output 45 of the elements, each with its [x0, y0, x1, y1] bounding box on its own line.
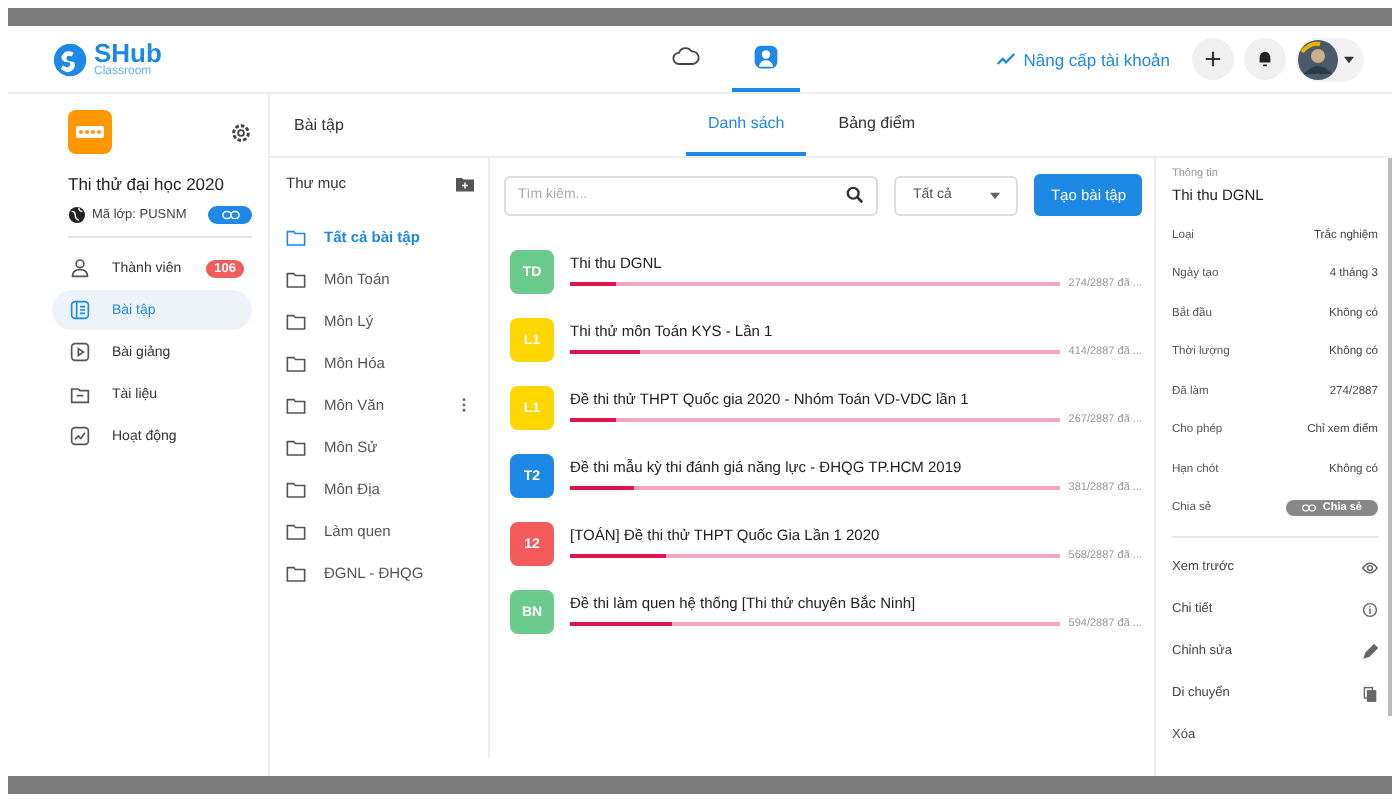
link-icon[interactable] — [1302, 504, 1317, 513]
info-icon[interactable] — [1362, 601, 1378, 617]
link-icon[interactable] — [221, 210, 239, 220]
folder-icon[interactable] — [286, 313, 306, 329]
trend-icon — [995, 52, 1016, 66]
settings-icon[interactable] — [230, 121, 252, 143]
folder-icon[interactable] — [286, 229, 306, 245]
chart-icon[interactable] — [70, 426, 90, 446]
tab[interactable]: Danh sách — [686, 94, 807, 156]
copy-icon[interactable] — [1362, 685, 1378, 701]
class-icon — [68, 110, 112, 154]
caret-icon[interactable] — [990, 191, 1001, 199]
folder-icon[interactable] — [286, 271, 306, 287]
user-icon[interactable] — [752, 44, 780, 70]
globe-icon — [68, 206, 86, 224]
folder-icon[interactable] — [70, 384, 90, 404]
scrollbar[interactable] — [1388, 158, 1392, 716]
logo-name: SHub — [94, 40, 162, 66]
caret-icon[interactable] — [1344, 55, 1354, 63]
folder-icon[interactable] — [286, 397, 306, 413]
account-menu[interactable] — [1296, 37, 1364, 81]
eye-icon[interactable] — [1362, 559, 1378, 575]
plus-icon[interactable] — [1204, 50, 1222, 68]
add-button[interactable] — [1192, 38, 1234, 80]
link-toggle[interactable] — [208, 206, 252, 224]
bell-icon[interactable] — [1256, 50, 1274, 68]
class-name: Thi thử đại học 2020 — [68, 174, 226, 194]
page-title: Bài tập — [292, 116, 346, 134]
upgrade-link[interactable]: Nâng cấp tài khoản — [995, 49, 1170, 69]
add-folder-icon[interactable] — [456, 175, 474, 191]
folder-icon[interactable] — [286, 565, 306, 581]
folder-icon[interactable] — [286, 523, 306, 539]
folder-icon[interactable] — [286, 481, 306, 497]
notification-button[interactable] — [1244, 38, 1286, 80]
avatar[interactable] — [1298, 39, 1338, 79]
folder-icon[interactable] — [286, 439, 306, 455]
person-icon[interactable] — [70, 258, 90, 278]
tab[interactable]: Bảng điểm — [816, 94, 937, 156]
play-icon[interactable] — [70, 342, 90, 362]
folder-icon[interactable] — [286, 355, 306, 371]
search-icon[interactable] — [846, 186, 865, 204]
cloud-icon[interactable] — [672, 44, 700, 70]
pencil-icon[interactable] — [1362, 643, 1378, 659]
logo-icon — [52, 41, 88, 77]
list-icon[interactable] — [70, 300, 90, 320]
